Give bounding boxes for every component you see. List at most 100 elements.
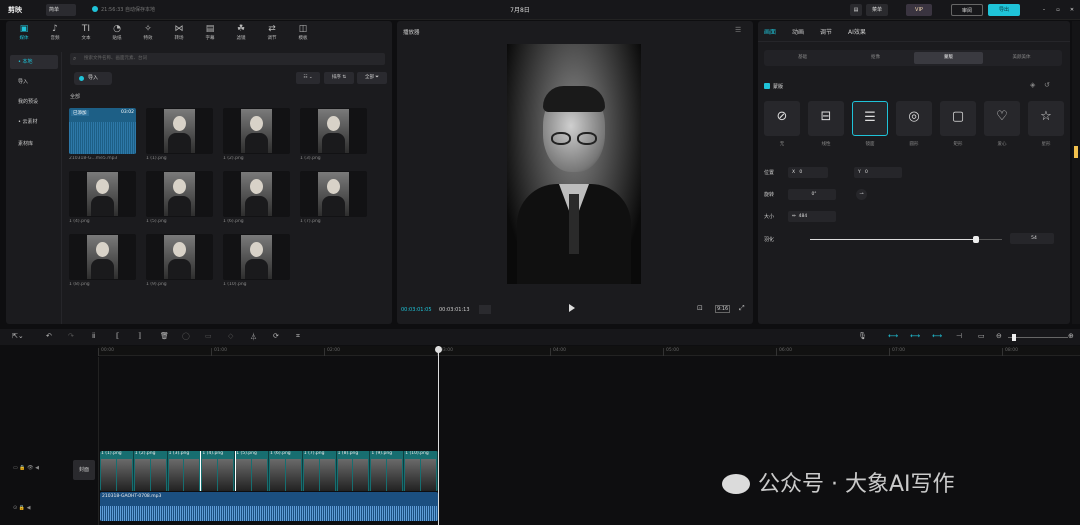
video-clip[interactable]: 1 (8).png bbox=[337, 451, 371, 491]
size-field[interactable]: ⇔ 484 bbox=[788, 211, 836, 222]
image-thumbnail[interactable] bbox=[146, 234, 213, 280]
prop-tab-3[interactable]: AI效果 bbox=[848, 27, 866, 36]
video-clip[interactable]: 1 (2).png bbox=[134, 451, 168, 491]
minimize-icon[interactable]: – bbox=[1040, 4, 1048, 16]
subtab-2[interactable]: 蒙版 bbox=[914, 52, 983, 64]
audio-track[interactable]: 210318-GAOHT-0708.mp3 bbox=[100, 492, 438, 521]
tool-transition[interactable]: ⋈ 转场 bbox=[167, 23, 191, 41]
microphone-icon[interactable]: 🎙 bbox=[858, 332, 867, 340]
zoom-slider-handle[interactable] bbox=[1012, 334, 1016, 341]
play-icon[interactable] bbox=[569, 304, 575, 312]
image-thumbnail[interactable] bbox=[300, 108, 367, 154]
keyframe-icon[interactable]: ◈ bbox=[1030, 81, 1035, 89]
image-thumbnail[interactable] bbox=[146, 108, 213, 154]
select-tool-icon[interactable]: ⇱⌄ bbox=[12, 332, 24, 340]
video-clip[interactable]: 1 (6).png bbox=[269, 451, 303, 491]
account-menu[interactable]: 简单 bbox=[46, 4, 76, 16]
tool-filter[interactable]: ☘ 滤镜 bbox=[229, 23, 253, 41]
zoom-out-icon[interactable]: ⊖ bbox=[996, 332, 1002, 340]
video-clip[interactable]: 1 (5).png bbox=[235, 451, 269, 491]
sort-button[interactable]: 排序 ⇅ bbox=[324, 72, 354, 84]
captions-icon[interactable]: ▭ bbox=[978, 332, 985, 340]
mask-option-1[interactable]: ⊟ bbox=[808, 101, 844, 136]
preview-axis-icon[interactable]: ⊣ bbox=[956, 332, 962, 340]
image-thumbnail[interactable] bbox=[223, 171, 290, 217]
redo-icon[interactable]: ↷ bbox=[68, 332, 74, 340]
image-thumbnail[interactable] bbox=[69, 234, 136, 280]
flip-icon[interactable]: ⏃ bbox=[250, 332, 257, 342]
tool-effect[interactable]: ✧ 特效 bbox=[136, 23, 160, 41]
aspect-ratio-button[interactable]: 9:16 bbox=[715, 305, 731, 313]
filter-button[interactable]: 全部 ⏷ bbox=[357, 72, 387, 84]
mask-option-0[interactable]: ⊘ bbox=[764, 101, 800, 136]
sidenav-item-3[interactable]: • 云素材 bbox=[10, 115, 58, 129]
reverse-icon[interactable]: ▭ bbox=[205, 332, 212, 340]
trim-left-icon[interactable]: ⟦ bbox=[116, 332, 119, 340]
timeline-ruler[interactable]: 00:00 01:00 02:00 03:00 04:00 05:00 06:00 07:00… bbox=[98, 346, 1080, 356]
trim-right-icon[interactable]: ⟧ bbox=[138, 332, 141, 340]
cover-button[interactable]: 封面 bbox=[73, 460, 95, 480]
fullscreen-icon[interactable]: ⤢ bbox=[739, 304, 745, 313]
tool-adjust[interactable]: ⇄ 调节 bbox=[260, 23, 284, 41]
layout-icon[interactable]: ▤ bbox=[850, 4, 862, 16]
video-clip[interactable]: 1 (7).png bbox=[303, 451, 337, 491]
y-field[interactable]: Y 0 bbox=[854, 167, 902, 178]
timecode-toggle[interactable] bbox=[479, 305, 491, 314]
rotate-field[interactable]: 0° bbox=[788, 189, 836, 200]
rotate-dial-icon[interactable]: ⊸ bbox=[856, 189, 867, 200]
rotate-icon[interactable]: ⟳ bbox=[273, 332, 279, 340]
maximize-icon[interactable]: ▫ bbox=[1054, 4, 1062, 16]
undo-icon[interactable]: ↶ bbox=[46, 332, 52, 340]
playhead[interactable] bbox=[435, 346, 442, 525]
subtab-0[interactable]: 基础 bbox=[768, 52, 837, 64]
image-thumbnail[interactable] bbox=[69, 171, 136, 217]
image-thumbnail[interactable] bbox=[223, 234, 290, 280]
export-button[interactable]: 导出 bbox=[988, 4, 1020, 16]
mask-option-4[interactable]: ▢ bbox=[940, 101, 976, 136]
split-icon[interactable]: ⅱ bbox=[92, 332, 95, 340]
fit-icon[interactable]: ⊡ bbox=[697, 304, 703, 312]
subtab-1[interactable]: 抠像 bbox=[841, 52, 910, 64]
sidenav-item-2[interactable]: 我的预设 bbox=[10, 95, 58, 109]
import-button[interactable]: 导入 bbox=[74, 72, 112, 85]
mask-option-5[interactable]: ♡ bbox=[984, 101, 1020, 136]
mirror-icon[interactable]: ◇ bbox=[228, 332, 233, 340]
search-input[interactable]: 搜索文件名称、画面元素、台词 bbox=[70, 53, 385, 65]
review-button[interactable]: 审阅 bbox=[951, 4, 983, 16]
image-thumbnail[interactable] bbox=[300, 171, 367, 217]
zoom-in-icon[interactable]: ⊕ bbox=[1068, 332, 1074, 340]
prop-tab-2[interactable]: 调节 bbox=[820, 27, 832, 36]
freeze-icon[interactable]: ◯ bbox=[182, 332, 190, 340]
video-clip[interactable]: 1 (9).png bbox=[370, 451, 405, 491]
player-menu-icon[interactable]: ☰ bbox=[735, 26, 741, 34]
video-clip[interactable]: 1 (4).png bbox=[200, 451, 237, 491]
image-thumbnail[interactable] bbox=[146, 171, 213, 217]
delete-icon[interactable]: 🗑 bbox=[160, 332, 169, 340]
mask-checkbox[interactable] bbox=[764, 83, 770, 89]
playhead-handle[interactable] bbox=[435, 346, 442, 353]
menu-button[interactable]: 菜单 bbox=[866, 4, 888, 16]
subtab-3[interactable]: 美颜美体 bbox=[987, 52, 1056, 64]
prop-tab-0[interactable]: 画面 bbox=[764, 27, 776, 36]
video-clip[interactable]: 1 (10).png bbox=[404, 451, 438, 491]
view-toggle[interactable]: ☷ ⌄ bbox=[296, 72, 320, 84]
video-track[interactable]: 1 (1).png 1 (2).png 1 (3).png 1 (4).png 1 (5… bbox=[100, 451, 438, 491]
prop-tab-1[interactable]: 动画 bbox=[792, 27, 804, 36]
tool-text[interactable]: TI 文本 bbox=[74, 23, 98, 41]
feather-slider[interactable] bbox=[810, 236, 1002, 243]
audio-thumbnail[interactable]: 已添加 03:02 bbox=[69, 108, 136, 154]
sidenav-item-4[interactable]: 素材库 bbox=[10, 137, 58, 151]
zoom-slider[interactable] bbox=[1008, 334, 1068, 341]
crop-icon[interactable]: ⌗ bbox=[296, 332, 300, 341]
x-field[interactable]: X 0 bbox=[788, 167, 828, 178]
tool-audio[interactable]: ♪ 音频 bbox=[43, 23, 67, 41]
video-track-controls[interactable]: ▭ 🔒 👁 ◀ bbox=[13, 465, 39, 471]
feather-slider-handle[interactable] bbox=[972, 236, 979, 243]
tool-sticker[interactable]: ◔ 贴纸 bbox=[105, 23, 129, 41]
sidenav-item-1[interactable]: 导入 bbox=[10, 75, 58, 89]
tool-subtitle[interactable]: ▤ 字幕 bbox=[198, 23, 222, 41]
vip-button[interactable]: VIP bbox=[906, 4, 932, 16]
video-preview[interactable] bbox=[507, 44, 641, 284]
video-clip[interactable]: 1 (1).png bbox=[100, 451, 134, 491]
mask-option-3[interactable]: ◎ bbox=[896, 101, 932, 136]
